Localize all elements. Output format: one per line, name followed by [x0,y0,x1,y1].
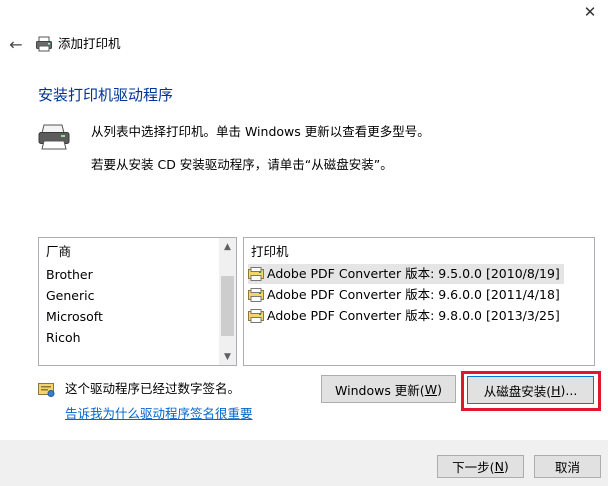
manufacturer-scrollbar[interactable]: ▲ ▼ [219,238,236,365]
windows-update-label: Windows 更新( [335,382,425,398]
printer-item[interactable]: Adobe PDF Converter 版本: 9.8.0.0 [2013/3/… [248,306,564,326]
next-label-end: ) [503,459,509,474]
scroll-up-arrow-icon[interactable]: ▲ [219,238,236,255]
printer-item-label: Adobe PDF Converter 版本: 9.6.0.0 [2011/4/… [267,287,560,302]
next-button[interactable]: 下一步(N) [437,455,524,478]
printer-icon [35,35,53,53]
windows-update-accesskey: W [424,381,438,397]
signed-driver-icon [38,382,56,398]
printer-item[interactable]: Adobe PDF Converter 版本: 9.5.0.0 [2010/8/… [248,264,564,284]
manufacturer-item[interactable]: Generic [46,286,94,306]
have-disk-label-end: )... [560,382,578,398]
printer-item[interactable]: Adobe PDF Converter 版本: 9.6.0.0 [2011/4/… [248,285,564,305]
have-disk-button[interactable]: 从磁盘安装(H)... [467,376,594,404]
scroll-down-arrow-icon[interactable]: ▼ [219,348,236,365]
instruction-text-disk: 若要从安装 CD 安装驱动程序，请单击“从磁盘安装”。 [91,157,393,172]
manufacturer-item[interactable]: Microsoft [46,307,103,327]
cancel-button[interactable]: 取消 [534,455,601,478]
window-title: 添加打印机 [58,36,121,51]
windows-update-button[interactable]: Windows 更新(W) [321,375,456,403]
printer-driver-icon [248,309,264,323]
next-label: 下一步( [452,460,495,475]
manufacturer-column-header: 厂商 [46,244,72,259]
manufacturer-list[interactable]: 厂商 Brother Generic Microsoft Ricoh ▲ ▼ [38,237,237,366]
printer-driver-icon [248,288,264,302]
close-button[interactable]: ✕ [572,0,608,24]
printer-item-label: Adobe PDF Converter 版本: 9.8.0.0 [2013/3/… [267,308,560,323]
printer-list[interactable]: 打印机 Adobe PDF Converter 版本: 9.5.0.0 [201… [243,237,595,366]
have-disk-accesskey: H [551,382,561,398]
signature-status-text: 这个驱动程序已经过数字签名。 [65,381,241,396]
scroll-thumb[interactable] [221,276,234,336]
next-accesskey: N [494,459,504,474]
printer-column-header: 打印机 [251,244,289,259]
instruction-text: 从列表中选择打印机。单击 Windows 更新以查看更多型号。 [91,124,430,139]
manufacturer-item[interactable]: Brother [46,265,93,285]
have-disk-label: 从磁盘安装( [483,383,552,399]
back-button[interactable]: ← [6,34,26,54]
manufacturer-item[interactable]: Ricoh [46,328,81,348]
windows-update-label-end: ) [437,381,442,397]
printer-item-label: Adobe PDF Converter 版本: 9.5.0.0 [2010/8/… [267,266,560,281]
signature-info-link[interactable]: 告诉我为什么驱动程序签名很重要 [65,405,253,423]
printer-driver-icon [248,267,264,281]
printer-icon [36,123,72,151]
page-heading: 安装打印机驱动程序 [38,86,174,104]
